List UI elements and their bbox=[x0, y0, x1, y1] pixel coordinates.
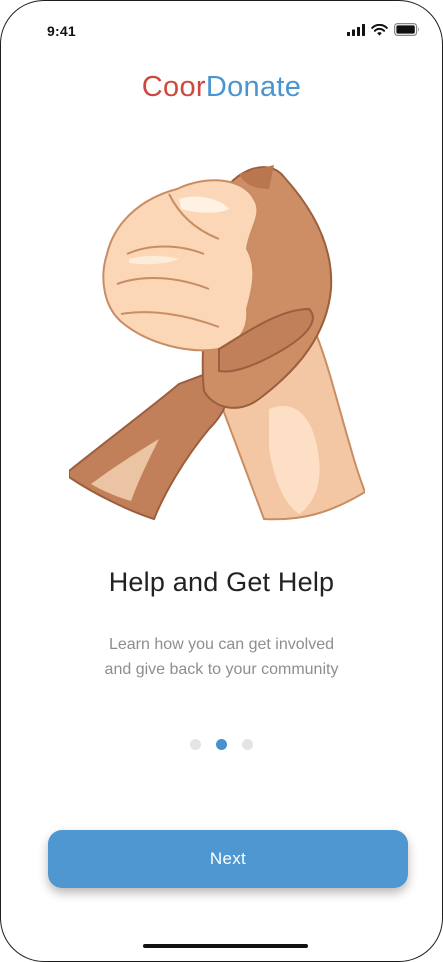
next-button-label: Next bbox=[209, 849, 247, 868]
wifi-icon bbox=[371, 23, 388, 36]
clasped-hands-illustration bbox=[69, 165, 365, 521]
page-dot-2-active[interactable] bbox=[216, 739, 227, 750]
logo-part-coor: Coor bbox=[141, 71, 206, 103]
onboarding-title: Help and Get Help bbox=[108, 567, 335, 597]
subtitle-line-1: Learn how you can get involved bbox=[108, 636, 335, 653]
battery-icon bbox=[394, 23, 419, 36]
status-time: 9:41 bbox=[47, 23, 76, 39]
page-dot-3[interactable] bbox=[242, 739, 253, 750]
logo-part-donate: Donate bbox=[205, 71, 302, 103]
status-bar: 9:41 bbox=[1, 1, 442, 61]
next-button[interactable]: Next bbox=[48, 830, 408, 888]
page-indicator bbox=[1, 739, 442, 750]
cellular-signal-icon bbox=[347, 23, 365, 36]
home-indicator[interactable] bbox=[143, 944, 308, 948]
page-dot-1[interactable] bbox=[190, 739, 201, 750]
app-logo: CoorDonate bbox=[1, 71, 442, 104]
status-icons bbox=[347, 23, 420, 36]
subtitle-line-2: and give back to your community bbox=[104, 661, 339, 678]
phone-frame: 9:41 CoorDonate Help and Get Help Learn … bbox=[0, 0, 443, 962]
onboarding-subtitle: Learn how you can get involved and give … bbox=[1, 632, 442, 682]
